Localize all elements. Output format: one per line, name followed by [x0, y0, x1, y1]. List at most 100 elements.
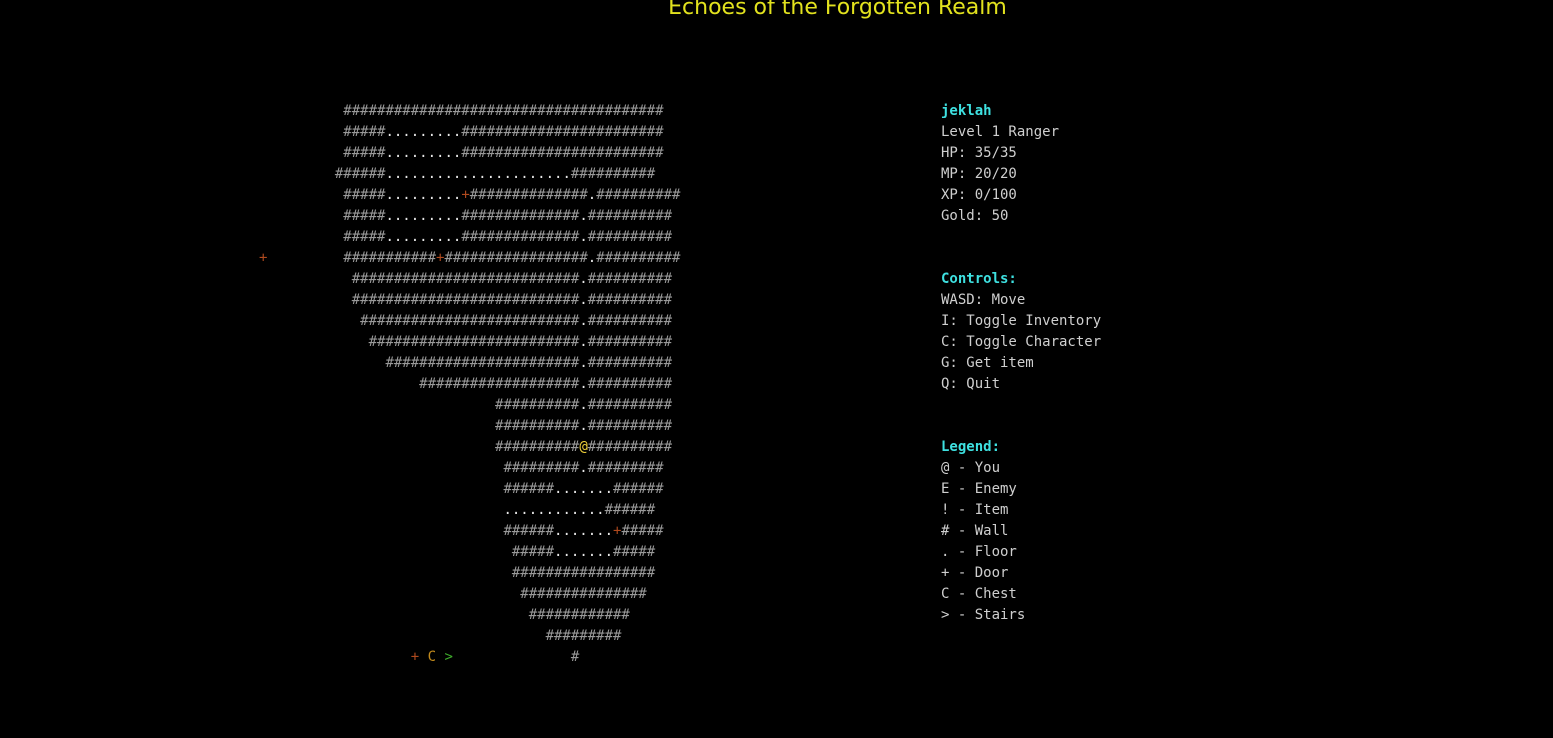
wall-tile: ##########	[596, 187, 681, 203]
wall-tile: ######	[604, 502, 656, 518]
wall-tile: ###################	[419, 376, 580, 392]
wall-tile: ##########	[587, 397, 673, 413]
floor-tile: .......	[554, 523, 614, 539]
map-row: ###########################.##########	[259, 290, 672, 311]
wall-tile: ######	[503, 481, 555, 497]
wall-tile: ###########################	[351, 271, 580, 287]
map-row: ###################.##########	[259, 374, 672, 395]
floor-tile: .........	[385, 124, 462, 140]
map-row: #########	[259, 626, 622, 647]
legend-item: E - Enemy	[941, 481, 1017, 497]
wall-tile: ######	[613, 481, 664, 497]
wall-tile: ###########################	[351, 292, 580, 308]
map-row: #####.........########################	[259, 143, 664, 164]
legend-item: ! - Item	[941, 502, 1009, 518]
legend-item: C - Chest	[941, 586, 1017, 602]
wall-tile: ######	[334, 166, 386, 182]
map-row: + C > #	[259, 647, 580, 668]
wall-tile: ##########	[587, 418, 673, 434]
map-row: ##########.##########	[259, 395, 672, 416]
map-row: ######################################	[259, 101, 663, 122]
control-item: Q: Quit	[941, 376, 1001, 392]
control-item: I: Toggle Inventory	[941, 313, 1102, 329]
wall-tile: ##########	[587, 334, 673, 350]
character-name: jeklah	[941, 103, 992, 119]
wall-tile: ##########	[570, 166, 656, 182]
map-row: + ###########+#################.########…	[259, 248, 680, 269]
floor-tile: .........	[385, 187, 462, 203]
legend-item: + - Door	[941, 565, 1009, 581]
wall-tile: ##############	[469, 187, 588, 203]
map-row: #################	[259, 563, 655, 584]
floor-tile: .	[587, 187, 597, 203]
wall-tile: ##########	[587, 271, 673, 287]
map-row: #####.........##############.##########	[259, 227, 672, 248]
wall-tile: ##########	[587, 229, 673, 245]
floor-tile: ......................	[385, 166, 571, 182]
wall-tile: ##########	[495, 397, 580, 413]
map-row: ............######	[259, 500, 655, 521]
wall-tile: ########################	[461, 124, 664, 140]
wall-tile: ##########	[587, 376, 673, 392]
controls-heading: Controls:	[941, 271, 1017, 287]
wall-tile: #####	[511, 544, 555, 560]
legend-item: # - Wall	[941, 523, 1009, 539]
floor-tile: .	[579, 208, 588, 224]
wall-tile: #################	[511, 565, 656, 581]
floor-tile: .	[579, 460, 588, 476]
map-row: #######################.##########	[259, 353, 672, 374]
wall-tile: #####	[343, 208, 386, 224]
floor-tile: .........	[385, 229, 462, 245]
floor-tile: .........	[385, 208, 462, 224]
map-row: ######.......######	[259, 479, 664, 500]
player-tile: @	[579, 439, 588, 455]
wall-tile: ###########	[343, 250, 437, 266]
wall-tile: ##########	[495, 418, 580, 434]
chest-tile: C	[427, 649, 437, 665]
door-tile: +	[410, 649, 420, 665]
xp-stat: XP: 0/100	[941, 187, 1017, 203]
floor-tile: .......	[554, 544, 614, 560]
map-row: #####.........+##############.##########	[259, 185, 681, 206]
floor-tile: .	[579, 418, 588, 434]
wall-tile: ##########	[596, 250, 681, 266]
stairs-tile: >	[444, 649, 453, 665]
map-row: #####.........########################	[259, 122, 664, 143]
wall-tile: #####	[613, 544, 656, 560]
floor-tile: ............	[503, 502, 605, 518]
map-row: ######.......+#####	[259, 521, 663, 542]
floor-tile: .	[579, 376, 588, 392]
floor-tile: .........	[385, 145, 462, 161]
wall-tile: #####	[343, 229, 386, 245]
wall-tile: #####	[343, 124, 386, 140]
mp-stat: MP: 20/20	[941, 166, 1017, 182]
wall-tile: #################	[444, 250, 588, 266]
wall-tile: #######################	[385, 355, 580, 371]
wall-tile: #####	[343, 187, 386, 203]
map-row: ##########.##########	[259, 416, 672, 437]
map-row: ############	[259, 605, 630, 626]
wall-tile: ##########	[587, 313, 673, 329]
map-row: #########.#########	[259, 458, 664, 479]
control-item: G: Get item	[941, 355, 1034, 371]
map-row: ##########@##########	[259, 437, 672, 458]
wall-tile: ##########	[587, 439, 673, 455]
map-row: #####.......#####	[259, 542, 655, 563]
wall-tile: ########################	[461, 145, 664, 161]
wall-tile: #########################	[368, 334, 580, 350]
hp-stat: HP: 35/35	[941, 145, 1017, 161]
map-row: ###############	[259, 584, 646, 605]
legend-item: > - Stairs	[941, 607, 1026, 623]
game-title: Echoes of the Forgotten Realm	[668, 0, 1007, 20]
wall-tile: #########	[503, 460, 580, 476]
wall-tile: #########	[587, 460, 664, 476]
floor-tile: .	[579, 355, 588, 371]
wall-tile: ##########	[587, 355, 673, 371]
character-level-class: Level 1 Ranger	[941, 124, 1060, 140]
floor-tile: .......	[554, 481, 614, 497]
map-row: #####.........##############.##########	[259, 206, 672, 227]
wall-tile: ##########	[587, 208, 673, 224]
control-item: C: Toggle Character	[941, 334, 1102, 350]
map-row: #########################.##########	[259, 332, 672, 353]
floor-tile: .	[579, 271, 588, 287]
